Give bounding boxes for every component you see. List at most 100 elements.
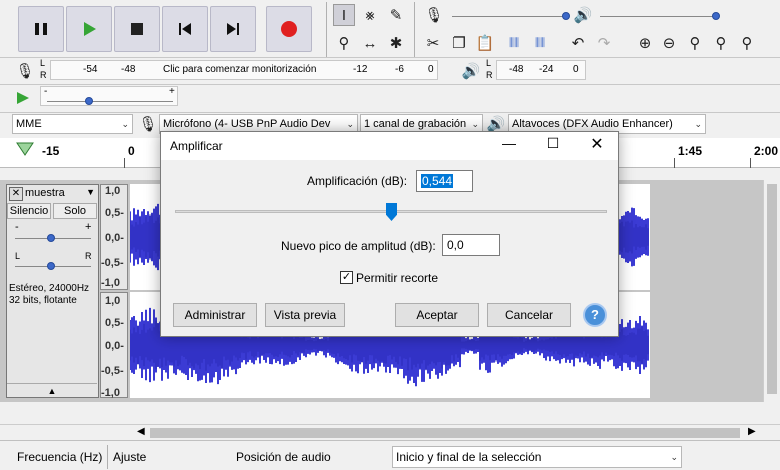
y-label-8: 0,0- [105,340,124,352]
close-icon: ✕ [11,188,21,199]
pan-right-label: R [85,251,92,261]
redo-button[interactable]: ↷ [593,32,615,54]
maximize-button[interactable]: ☐ [543,135,563,152]
selection-tool[interactable]: I [333,4,355,26]
scroll-left-icon[interactable]: ◀ [137,426,145,437]
gain-knob[interactable] [47,234,55,242]
dialog-close-button[interactable]: ✕ [587,134,607,154]
record-meter-mic-icon[interactable]: 🎙 [14,60,36,82]
silence-button[interactable]: ⫼⫼ [529,32,551,54]
rec-scale-0: 0 [428,64,434,75]
chevron-down-icon: ⌄ [694,119,702,129]
play-speed-knob[interactable] [85,97,93,105]
peak-amplitude-input[interactable]: 0,0 [442,234,500,256]
playback-meter-speaker-icon[interactable]: 🔊 [460,60,482,82]
playback-volume-slider[interactable] [600,16,716,17]
vertical-scrollbar[interactable] [763,180,780,402]
playback-volume-knob[interactable] [712,12,720,20]
draw-tool[interactable]: ✎ [385,4,407,26]
amplification-slider-thumb[interactable] [386,203,397,221]
y-label-3: 0,0- [105,232,124,244]
track-close-button[interactable]: ✕ [9,187,23,201]
maximize-icon: ☐ [546,135,560,151]
amplify-dialog: Amplificar — ☐ ✕ Amplificación (dB): 0,5… [160,131,619,337]
y-label-5: -1,0 [101,277,120,289]
mic-volume-icon: 🎙 [424,7,444,24]
play-speed-slider[interactable] [47,101,173,102]
fit-selection-icon: ⚲ [689,35,701,52]
speaker-volume-icon: 🔊 [573,7,593,24]
multi-tool[interactable]: ✱ [385,32,407,54]
rec-scale-6: -6 [395,64,404,75]
zoom-out-button[interactable]: ⊖ [658,32,680,54]
y-label-2: 0,5- [105,207,124,219]
playback-meter[interactable]: -48 -24 0 [496,60,586,80]
project-rate-label: Frecuencia (Hz) [17,450,103,464]
recording-device-value: Micrófono (4- USB PnP Audio Dev [163,118,331,130]
meter-hint-text[interactable]: Clic para comenzar monitorización [163,64,316,75]
selection-mode-value: Inicio y final de la selección [396,450,542,464]
y-label-6: 1,0 [105,295,121,307]
envelope-icon: ⨳ [365,6,375,24]
ok-button[interactable]: Aceptar [395,303,479,327]
horizontal-scrollbar[interactable]: ◀ ▶ [0,424,780,440]
scroll-thumb-horizontal[interactable] [150,428,740,438]
rec-scale-54: -54 [83,64,98,75]
cancel-button[interactable]: Cancelar [487,303,571,327]
play-scale-0: 0 [573,64,579,75]
trim-button[interactable]: ⫼⫼ [503,32,525,54]
allow-clipping-checkbox[interactable]: ✓ [340,271,353,284]
mute-button[interactable]: Silencio [7,203,51,219]
skip-to-end-button[interactable] [210,6,256,52]
stop-button[interactable] [114,6,160,52]
play-at-speed-button[interactable] [12,87,34,109]
play-button[interactable] [66,6,112,52]
recording-volume-knob[interactable] [562,12,570,20]
play-scale-24: -24 [539,64,554,75]
minimize-button[interactable]: — [499,135,519,151]
triangle-up-icon: ▲ [47,386,57,396]
solo-button[interactable]: Solo [53,203,97,219]
pause-button[interactable] [18,6,64,52]
asterisk-icon: ✱ [389,35,403,52]
allow-clipping-label[interactable]: Permitir recorte [356,271,438,285]
zoom-toggle-button[interactable]: ⚲ [736,32,758,54]
play-meter-channel-r: R [486,70,493,80]
selection-mode-select[interactable]: Inicio y final de la selección ⌄ [392,446,682,468]
copy-button[interactable]: ❐ [448,32,470,54]
cut-button[interactable]: ✂ [422,32,444,54]
playhead-marker[interactable] [16,142,34,159]
recording-volume-slider[interactable] [452,16,568,17]
recording-meter[interactable]: -54 -48 Clic para comenzar monitorizació… [50,60,438,80]
scroll-thumb-vertical[interactable] [767,184,777,394]
zoom-tool[interactable]: ⚲ [333,32,355,54]
dialog-title-bar[interactable]: Amplificar — ☐ ✕ [161,132,618,160]
skip-to-start-button[interactable] [162,6,208,52]
copy-icon: ❐ [452,35,466,52]
envelope-tool[interactable]: ⨳ [359,4,381,26]
scroll-right-icon[interactable]: ▶ [748,426,756,437]
amplification-value: 0,544 [421,174,454,188]
help-button[interactable]: ? [583,303,607,327]
manage-button[interactable]: Administrar [173,303,257,327]
preview-button[interactable]: Vista previa [265,303,345,327]
timeshift-tool[interactable]: ↔ [359,32,381,54]
track-collapse-button[interactable]: ▲ [7,383,97,397]
y-label-4: -0,5- [101,257,124,269]
scissors-icon: ✂ [426,35,440,52]
fit-project-button[interactable]: ⚲ [710,32,732,54]
paste-button[interactable]: 📋 [474,32,496,54]
zoom-in-button[interactable]: ⊕ [634,32,656,54]
record-button[interactable] [266,6,312,52]
track-name-menu[interactable]: muestra ▼ [25,187,97,201]
undo-button[interactable]: ↶ [567,32,589,54]
amplification-input[interactable]: 0,544 [416,170,473,192]
trim-audio-icon: ⫼⫼ [508,36,520,49]
y-label-7: 0,5- [105,317,124,329]
silence-audio-icon: ⫼⫼ [534,36,546,49]
fit-selection-button[interactable]: ⚲ [684,32,706,54]
pan-knob[interactable] [47,262,55,270]
recording-channels-value: 1 canal de grabación [364,118,467,130]
audio-host-select[interactable]: MME ⌄ [12,114,133,134]
help-icon: ? [591,307,599,322]
